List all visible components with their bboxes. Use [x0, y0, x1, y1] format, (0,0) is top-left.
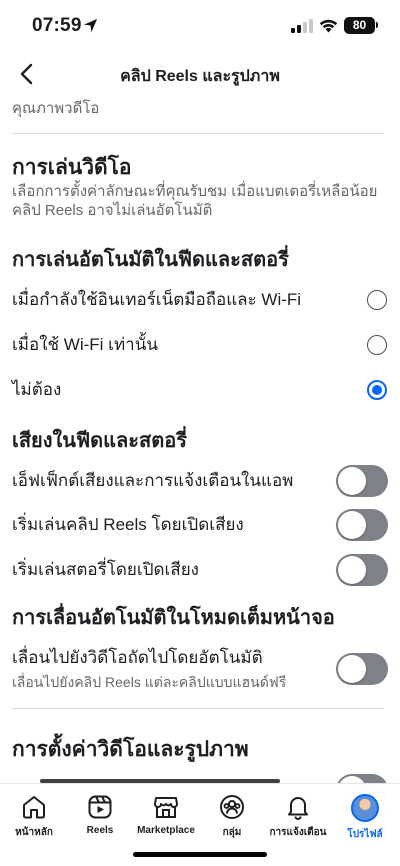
divider	[12, 708, 384, 709]
tab-label: กลุ่ม	[222, 827, 242, 838]
autoplay-title: การเล่นอัตโนมัติในฟีดและสตอรี่	[12, 249, 289, 271]
home-icon	[23, 796, 45, 819]
wifi-icon	[319, 19, 338, 33]
toggle-switch[interactable]	[336, 509, 388, 541]
option-label: เมื่อกำลังใช้อินเทอร์เน็ตมือถือและ Wi-Fi	[12, 290, 302, 309]
toggle-label: เริ่มเล่นสตอรี่โดยเปิดเสียง	[12, 560, 199, 579]
toggle-row-stories-sound[interactable]: เริ่มเล่นสตอรี่โดยเปิดเสียง	[0, 547, 400, 593]
avatar	[351, 794, 379, 822]
toggle-label: เลื่อนไปยังวิดีโอถัดไปโดยอัตโนมัติ	[12, 648, 263, 667]
toggle-switch[interactable]	[336, 774, 388, 783]
battery-indicator: 80	[344, 17, 375, 34]
video-playback-description: เลือกการตั้งค่าลักษณะที่คุณรับชม เมื่อแบ…	[12, 183, 378, 219]
tab-notifications[interactable]: การแจ้งเตือน	[265, 794, 331, 846]
location-arrow-icon	[83, 18, 98, 33]
option-label: เมื่อใช้ Wi-Fi เท่านั้น	[12, 335, 158, 354]
sound-title: เสียงในฟีดและสตอรี่	[12, 430, 187, 452]
autoplay-option-never[interactable]: ไม่ต้อง	[0, 367, 400, 413]
option-label: ไม่ต้อง	[12, 380, 62, 399]
toggle-switch[interactable]	[336, 554, 388, 586]
toggle-switch[interactable]	[336, 465, 388, 497]
tab-profile[interactable]: โปรไฟล์	[332, 794, 398, 846]
tab-label: Reels	[86, 825, 114, 836]
nav-header: คลิป Reels และรูปภาพ	[0, 52, 400, 96]
toggle-row-in-app-sounds[interactable]: เอ็ฟเฟ็กต์เสียงและการแจ้งเตือนในแอพ	[0, 458, 400, 504]
toggle-label: เอ็ฟเฟ็กต์เสียงและการแจ้งเตือนในแอพ	[12, 471, 294, 490]
tab-label: การแจ้งเตือน	[269, 827, 327, 838]
battery-cap	[376, 22, 378, 28]
toggle-row-reels-sound[interactable]: เริ่มเล่นคลิป Reels โดยเปิดเสียง	[0, 502, 400, 548]
tab-label: Marketplace	[137, 825, 195, 836]
tab-label: โปรไฟล์	[347, 829, 383, 840]
status-bar: 07:59 80	[0, 0, 400, 50]
groups-icon	[220, 795, 244, 819]
toggle-label: เริ่มเล่นคลิป Reels โดยเปิดเสียง	[12, 515, 244, 534]
autoplay-option-mobile-wifi[interactable]: เมื่อกำลังใช้อินเทอร์เน็ตมือถือและ Wi-Fi	[0, 277, 400, 323]
page-title: คลิป Reels และรูปภาพ	[120, 68, 280, 85]
partially-hidden-row	[0, 768, 400, 783]
home-indicator	[133, 852, 267, 857]
divider	[12, 133, 384, 134]
status-time: 07:59	[32, 15, 82, 36]
video-playback-title: การเล่นวิดีโอ	[12, 156, 132, 179]
cellular-signal-icon	[291, 19, 313, 33]
toggle-sublabel: เลื่อนไปยังคลิป Reels แต่ละคลิปแบบแฮนด์ฟ…	[12, 674, 287, 690]
radio-button[interactable]	[367, 290, 387, 310]
autoplay-option-wifi-only[interactable]: เมื่อใช้ Wi-Fi เท่านั้น	[0, 322, 400, 368]
radio-button-selected[interactable]	[367, 380, 387, 400]
tab-groups[interactable]: กลุ่ม	[199, 794, 265, 846]
tab-marketplace[interactable]: Marketplace	[133, 794, 199, 846]
tab-home[interactable]: หน้าหลัก	[1, 794, 67, 846]
marketplace-icon	[154, 797, 178, 818]
toggle-switch[interactable]	[336, 653, 388, 685]
tab-label: หน้าหลัก	[15, 827, 53, 838]
video-quality-link[interactable]: คุณภาพวดีโอ	[12, 96, 99, 120]
video-photo-settings-title: การตั้งค่าวิดีโอและรูปภาพ	[12, 738, 249, 761]
reels-icon	[88, 795, 112, 819]
bell-icon	[288, 797, 308, 820]
tab-reels[interactable]: Reels	[67, 794, 133, 846]
toggle-row-auto-advance[interactable]: เลื่อนไปยังวิดีโอถัดไปโดยอัตโนมัติ เลื่อ…	[0, 643, 400, 695]
fullscreen-autoscroll-title: การเลื่อนอัตโนมัติในโหมดเต็มหน้าจอ	[12, 607, 335, 629]
radio-button[interactable]	[367, 335, 387, 355]
